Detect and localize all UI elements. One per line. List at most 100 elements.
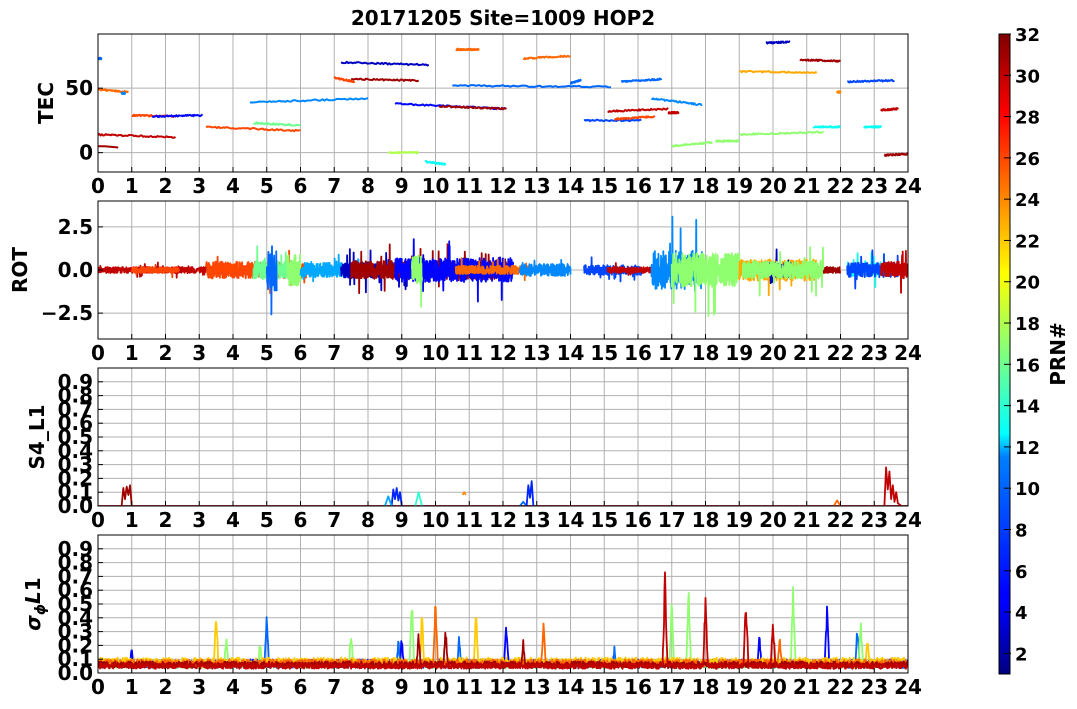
colorbar-tick-label: 6 — [1015, 562, 1028, 583]
series-prn-25 — [522, 54, 571, 61]
x-tick-label: 11 — [455, 508, 483, 532]
series-prn-31 — [350, 77, 420, 83]
x-tick-label: 1 — [125, 508, 139, 532]
x-tick-label: 12 — [489, 675, 517, 699]
x-tick-label: 22 — [827, 508, 855, 532]
x-tick-label: 2 — [159, 341, 173, 365]
x-tick-label: 4 — [226, 508, 240, 532]
x-tick-label: 2 — [159, 174, 173, 198]
x-tick-label: 4 — [226, 675, 240, 699]
figure: 20171205 Site=1009 HOP2 0 1 2 3 4 5 6 7 8 9 10 11 12… — [8, 6, 1070, 699]
series-prn-25 — [455, 47, 480, 52]
x-tick-label: 18 — [692, 341, 720, 365]
x-tick-label: 17 — [658, 675, 686, 699]
x-tick-label: 15 — [590, 174, 618, 198]
x-tick-label: 19 — [725, 675, 753, 699]
colorbar-tick-label: 20 — [1015, 273, 1040, 294]
series-prn-16 — [252, 121, 301, 127]
series-prn-7 — [583, 118, 642, 123]
x-tick-label: 6 — [294, 508, 308, 532]
x-tick-label: 18 — [692, 174, 720, 198]
x-tick-label: 23 — [860, 341, 888, 365]
colorbar-tick-label: 2 — [1015, 644, 1028, 665]
x-tick-label: 4 — [226, 174, 240, 198]
x-tick-label: 19 — [725, 508, 753, 532]
x-tick-label: 13 — [523, 174, 551, 198]
x-tick-label: 19 — [725, 174, 753, 198]
x-tick-label: 0 — [91, 341, 105, 365]
series-prn-23 — [739, 69, 818, 75]
x-tick-label: 17 — [658, 174, 686, 198]
series-prn-30 — [880, 249, 908, 294]
colorbar-tick-label: 10 — [1015, 479, 1040, 500]
x-tick-label: 10 — [422, 341, 450, 365]
x-tick-label: 6 — [294, 174, 308, 198]
x-tick-label: 21 — [793, 174, 821, 198]
x-tick-label: 13 — [523, 341, 551, 365]
series-prn-8 — [452, 84, 612, 89]
colorbar-tick-label: 30 — [1015, 66, 1040, 87]
series-prn-30 — [98, 132, 176, 139]
x-tick-label: 20 — [759, 675, 787, 699]
x-tick-label: 22 — [827, 174, 855, 198]
x-tick-label: 23 — [860, 508, 888, 532]
series-prn-30 — [667, 110, 680, 115]
series-prn-13 — [863, 125, 882, 129]
x-tick-label: 18 — [692, 508, 720, 532]
series-prn-3 — [765, 40, 791, 45]
panel-1: 0 1 2 3 4 5 6 7 8 9 10 11 12 13 14 15 16 17 18 19 20 21 22 23 24… — [65, 33, 922, 198]
colorbar-tick-label: 8 — [1015, 520, 1028, 541]
series-prn-26 — [205, 125, 301, 133]
colorbar-tick-label: 24 — [1015, 190, 1040, 211]
series-prn-17 — [286, 253, 302, 287]
y-tick-label: 0.9 — [58, 537, 93, 561]
panel-2: 0 1 2 3 4 5 6 7 8 9 10 11 12 13 14 15 16 17 18 19 20 21 22 23 24… — [41, 200, 922, 365]
s4-axis-label: S4_L1 — [25, 405, 49, 470]
x-tick-label: 13 — [523, 508, 551, 532]
x-tick-label: 0 — [91, 174, 105, 198]
x-tick-label: 9 — [395, 675, 409, 699]
series-prn-17 — [714, 139, 741, 143]
panel-4: 0 1 2 3 4 5 6 7 8 9 10 11 12 13 14 15 16 17 18 19 20 21 22 23 24… — [58, 534, 922, 699]
x-tick-label: 12 — [489, 508, 517, 532]
x-tick-label: 2 — [159, 508, 173, 532]
series-prn-8 — [569, 78, 582, 85]
x-tick-label: 8 — [361, 675, 375, 699]
x-tick-label: 12 — [489, 341, 517, 365]
series-prn-14 — [414, 491, 423, 506]
x-tick-label: 22 — [827, 341, 855, 365]
series-prn-31 — [799, 58, 841, 63]
x-tick-label: 8 — [361, 508, 375, 532]
y-tick-label: 0 — [79, 141, 93, 165]
series-prn-13 — [812, 125, 842, 129]
y-tick-label: −2.5 — [41, 301, 93, 325]
y-tick-label: 0.9 — [58, 370, 93, 394]
x-tick-label: 7 — [327, 174, 341, 198]
x-tick-label: 21 — [793, 508, 821, 532]
x-tick-label: 24 — [894, 341, 922, 365]
x-tick-label: 14 — [557, 675, 585, 699]
colorbar-tick-label: 14 — [1015, 397, 1040, 418]
x-tick-label: 2 — [159, 675, 173, 699]
x-tick-label: 18 — [692, 675, 720, 699]
panel-1-grid — [98, 34, 908, 172]
colorbar-tick-label: 18 — [1015, 314, 1040, 335]
x-tick-label: 10 — [422, 508, 450, 532]
series-prn-8 — [265, 245, 278, 316]
series-prn-17 — [671, 141, 714, 148]
x-tick-label: 3 — [192, 508, 206, 532]
x-tick-label: 14 — [557, 508, 585, 532]
series-prn-5 — [151, 113, 203, 119]
x-tick-label: 3 — [192, 675, 206, 699]
series-prn-30 — [880, 107, 899, 112]
x-tick-label: 13 — [523, 675, 551, 699]
x-tick-label: 20 — [759, 341, 787, 365]
x-tick-label: 15 — [590, 508, 618, 532]
x-tick-label: 4 — [226, 341, 240, 365]
series-prn-9 — [120, 91, 126, 96]
series-prn-9 — [650, 97, 703, 107]
x-tick-label: 14 — [557, 341, 585, 365]
series-prn-10 — [384, 495, 393, 506]
x-tick-label: 8 — [361, 174, 375, 198]
x-tick-label: 7 — [327, 675, 341, 699]
